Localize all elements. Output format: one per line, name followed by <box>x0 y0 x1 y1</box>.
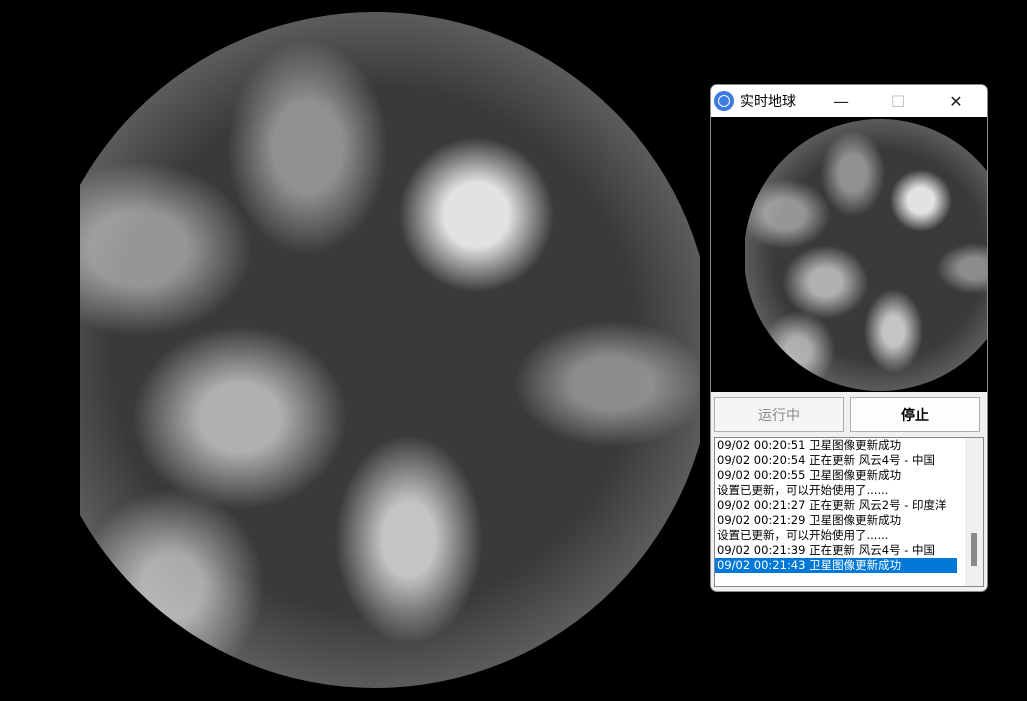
maximize-button[interactable]: ☐ <box>875 85 921 117</box>
log-item[interactable]: 09/02 00:21:29 卫星图像更新成功 <box>715 513 957 528</box>
desktop-earth-wallpaper <box>80 0 700 701</box>
log-item[interactable]: 设置已更新，可以开始使用了...... <box>715 528 957 543</box>
preview-clip <box>745 117 987 392</box>
preview-earth-image <box>745 119 987 391</box>
log-item[interactable]: 09/02 00:20:54 正在更新 风云4号 - 中国 <box>715 453 957 468</box>
earth-image <box>80 12 700 688</box>
log-item[interactable]: 09/02 00:21:39 正在更新 风云4号 - 中国 <box>715 543 957 558</box>
window-title: 实时地球 <box>740 94 796 110</box>
globe-icon <box>714 91 734 111</box>
close-button[interactable]: ✕ <box>933 85 979 117</box>
stop-button[interactable]: 停止 <box>850 397 980 432</box>
log-item[interactable]: 09/02 00:20:51 卫星图像更新成功 <box>715 438 957 453</box>
title-bar[interactable]: 实时地球 — ☐ ✕ <box>711 85 987 117</box>
log-item[interactable]: 09/02 00:20:55 卫星图像更新成功 <box>715 468 957 483</box>
log-item[interactable]: 09/02 00:21:27 正在更新 风云2号 - 印度洋 <box>715 498 957 513</box>
scrollbar-thumb[interactable] <box>971 533 977 566</box>
running-button[interactable]: 运行中 <box>714 397 844 432</box>
log-list[interactable]: 09/02 00:20:51 卫星图像更新成功 09/02 00:20:54 正在… <box>714 437 984 587</box>
log-item[interactable]: 09/02 00:21:43 卫星图像更新成功 <box>715 558 957 573</box>
scrollbar[interactable] <box>965 438 983 586</box>
log-item[interactable]: 设置已更新，可以开始使用了...... <box>715 483 957 498</box>
app-window: 实时地球 — ☐ ✕ 运行中 停止 09/02 00:20:51 卫星图像更新成… <box>710 84 988 592</box>
earth-preview <box>711 117 987 392</box>
minimize-button[interactable]: — <box>818 85 864 117</box>
